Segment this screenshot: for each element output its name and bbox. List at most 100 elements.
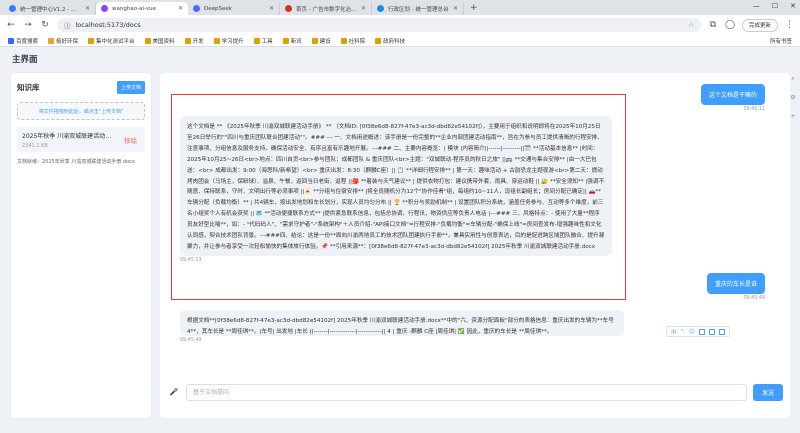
- bookmark-item[interactable]: 百度搜索: [8, 37, 38, 45]
- knowledge-base-panel: 知识库 上传文档 将文件拖拽到此处，或点击"上传文档" 2025年秋季 川渝双城…: [11, 73, 151, 418]
- new-tab-button[interactable]: +: [464, 3, 484, 15]
- reload-icon[interactable]: ↻: [40, 20, 50, 30]
- all-bookmarks-label: 所有书签: [769, 38, 792, 45]
- user-message-bubble: 重庆的车长是谁: [706, 273, 765, 294]
- browser-tab[interactable]: 统一管理中心V1.2 - 产品原型 ✕: [4, 2, 96, 15]
- menu-icon[interactable]: ⋮: [785, 20, 794, 30]
- bookmark-item[interactable]: 极好环保: [48, 37, 78, 45]
- browser-tab[interactable]: 行政区划 - 统一管理总台 ✕: [372, 2, 464, 15]
- tab-favicon-icon: [9, 5, 16, 12]
- bookmark-item[interactable]: 学习提升: [213, 37, 244, 45]
- document-name: 2025年秋季 川渝双城联建活动手册.docx: [22, 133, 117, 140]
- tab-close-icon[interactable]: ✕: [361, 5, 366, 12]
- sidebar-settings-icon[interactable]: ⚙: [789, 94, 797, 102]
- bookmark-label: 美国资料: [152, 38, 175, 45]
- browser-tab[interactable]: wanghao-ai-vue ✕: [96, 2, 188, 15]
- ime-lang[interactable]: 中: [671, 328, 677, 336]
- microphone-icon[interactable]: 🎤: [168, 388, 180, 396]
- bookmarks-bar: 百度搜索 极好环保 集中化测试平台 美国资料 开发 学习提升 工具 新讯 建设 社科院 政府科技 所…: [0, 35, 800, 47]
- remove-document-button[interactable]: 移除: [124, 135, 137, 145]
- ime-punct[interactable]: °,: [681, 329, 686, 335]
- browser-tab[interactable]: 首页 - 广告市数字化治理支撑 ✕: [280, 2, 372, 15]
- browser-tab[interactable]: DeepSeek ✕: [188, 2, 280, 15]
- assistant-message-bubble: 根据文档**[0f38e6d8-827f-47e3-ac3d-dbd82e541…: [180, 310, 624, 336]
- bookmark-item[interactable]: 工具: [253, 37, 273, 45]
- bookmark-label: 百度搜索: [16, 38, 39, 45]
- page-title: 主界面: [12, 54, 38, 65]
- tab-favicon-icon: [193, 5, 200, 12]
- forward-icon[interactable]: →: [23, 20, 33, 30]
- update-label: 完成更新: [748, 23, 771, 29]
- tab-title: 首页 - 广告市数字化治理支撑: [296, 6, 357, 13]
- bookmark-label: 开发: [192, 38, 204, 45]
- sidebar-add-icon[interactable]: +: [789, 113, 797, 121]
- chat-input-row: 🎤 发送: [168, 383, 783, 401]
- bookmark-folder-icon: [282, 37, 289, 44]
- site-info-icon[interactable]: ⓘ: [64, 20, 71, 30]
- message-time: 09:45:49: [180, 338, 202, 343]
- url-text: localhost:5173/docs: [75, 21, 141, 29]
- minimize-icon[interactable]: —: [753, 2, 760, 10]
- bookmark-label: 政府科技: [383, 38, 406, 45]
- bookmark-label: 新讯: [290, 38, 302, 45]
- ime-toolbar: 中 °, ☺: [666, 326, 730, 337]
- tab-favicon-icon: [285, 5, 292, 12]
- bookmark-label: 集中化测试平台: [96, 38, 135, 45]
- tab-close-icon[interactable]: ✕: [85, 5, 90, 12]
- user-message: 这个文档是干嘛的 09:45:11: [700, 84, 765, 112]
- kb-title: 知识库: [17, 83, 40, 92]
- send-button[interactable]: 发送: [753, 383, 783, 401]
- bookmark-item[interactable]: 美国资料: [144, 37, 175, 45]
- document-size: 2341.1 KB: [22, 143, 48, 149]
- bookmark-item[interactable]: 社科院: [340, 37, 365, 45]
- maximize-icon[interactable]: ☐: [772, 2, 778, 10]
- extensions-icon[interactable]: ⧉: [708, 20, 718, 30]
- bookmark-item[interactable]: 新讯: [282, 37, 302, 45]
- all-bookmarks[interactable]: 所有书签: [768, 37, 792, 45]
- user-message: 重庆的车长是谁 09:45:49: [706, 273, 765, 301]
- bookmark-item[interactable]: 集中化测试平台: [88, 37, 135, 45]
- highlight-box: [171, 94, 626, 300]
- ime-settings-icon[interactable]: [708, 328, 715, 335]
- tab-title: 统一管理中心V1.2 - 产品原型: [20, 6, 81, 13]
- message-time: 09:45:49: [743, 296, 765, 301]
- tab-strip: 统一管理中心V1.2 - 产品原型✕wanghao-ai-vue✕DeepSee…: [4, 2, 464, 15]
- bookmark-folder-icon: [48, 37, 55, 44]
- bookmark-list: 百度搜索 极好环保 集中化测试平台 美国资料 开发 学习提升 工具 新讯 建设 社科院 政府科技: [8, 37, 405, 45]
- tab-close-icon[interactable]: ✕: [269, 5, 274, 12]
- url-field[interactable]: ⓘ localhost:5173/docs ☆: [57, 18, 701, 32]
- back-icon[interactable]: ←: [6, 20, 16, 30]
- dropzone-text: 将文件拖拽到此处，或点击"上传文档": [38, 108, 124, 115]
- bookmark-folder-icon: [311, 37, 318, 44]
- address-bar: ← → ↻ ⓘ localhost:5173/docs ☆ ⧉ ◯ 完成更新 ⋮: [0, 15, 800, 35]
- bookmark-item[interactable]: 政府科技: [375, 37, 405, 45]
- bookmark-folder-icon: [144, 37, 151, 44]
- update-button[interactable]: 完成更新: [741, 18, 778, 32]
- bookmark-folder-icon: [8, 37, 14, 44]
- bookmark-label: 建设: [319, 38, 331, 45]
- tab-favicon-icon: [101, 5, 108, 12]
- bookmark-folder-icon: [375, 37, 382, 44]
- sidebar-search-icon[interactable]: ⌕: [789, 75, 797, 83]
- ime-keyboard-icon[interactable]: [698, 328, 705, 335]
- bookmark-folder-icon: [253, 37, 260, 44]
- bookmark-folder-icon: [213, 37, 220, 44]
- bookmark-star-icon[interactable]: ☆: [688, 21, 694, 29]
- tab-close-icon[interactable]: ✕: [453, 5, 458, 12]
- question-input[interactable]: [186, 383, 747, 401]
- upload-document-button[interactable]: 上传文档: [116, 81, 145, 94]
- file-dropzone[interactable]: 将文件拖拽到此处，或点击"上传文档": [17, 102, 145, 120]
- ime-emoji[interactable]: ☺: [689, 329, 695, 335]
- profile-icon[interactable]: ◯: [725, 20, 735, 30]
- user-message-bubble: 这个文档是干嘛的: [700, 84, 765, 105]
- kb-header: 知识库 上传文档: [17, 81, 145, 94]
- bookmark-folder-icon: [340, 37, 347, 44]
- bookmark-label: 学习提升: [221, 38, 244, 45]
- bookmark-item[interactable]: 开发: [184, 37, 204, 45]
- bookmark-item[interactable]: 建设: [311, 37, 331, 45]
- tab-close-icon[interactable]: ✕: [178, 5, 183, 12]
- document-item[interactable]: 2025年秋季 川渝双城联建活动手册.docx 2341.1 KB 移除: [17, 127, 145, 152]
- ime-skin-icon[interactable]: [718, 328, 725, 335]
- close-window-icon[interactable]: ✕: [790, 2, 796, 10]
- bookmark-label: 极好环保: [56, 38, 79, 45]
